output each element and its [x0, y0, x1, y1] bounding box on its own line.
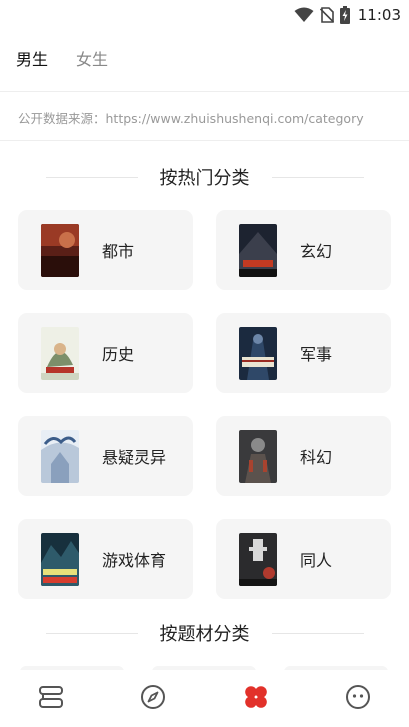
book-cover	[41, 429, 79, 483]
divider	[0, 140, 409, 141]
category-card-tongren[interactable]: 同人	[216, 519, 391, 599]
category-card-kehuan[interactable]: 科幻	[216, 416, 391, 496]
data-source-text: 公开数据来源：https://www.zhuishushenqi.com/cat…	[18, 111, 364, 126]
bottom-navigation	[0, 670, 409, 727]
category-clover-icon	[243, 684, 269, 714]
category-card-dushi[interactable]: 都市	[18, 210, 193, 290]
book-cover	[239, 532, 277, 586]
nav-category[interactable]	[226, 674, 286, 724]
category-grid: 都市 玄幻 历史 军事 悬疑灵异 科幻 游戏体育 同人	[18, 210, 391, 599]
book-cover	[239, 429, 277, 483]
gender-tabs: 男生 女生	[16, 46, 108, 70]
compass-icon	[140, 684, 166, 714]
book-cover	[41, 532, 79, 586]
divider	[0, 91, 409, 92]
tab-female[interactable]: 女生	[76, 46, 108, 70]
category-card-youxi[interactable]: 游戏体育	[18, 519, 193, 599]
status-time: 11:03	[357, 6, 401, 24]
category-label: 历史	[102, 345, 135, 364]
section-line-left	[45, 632, 138, 634]
category-label: 科幻	[300, 448, 333, 467]
battery-charging-icon	[339, 6, 350, 24]
smiley-icon	[345, 684, 371, 714]
nav-bookshelf[interactable]	[21, 674, 81, 724]
section-line-right	[271, 632, 364, 634]
tab-male[interactable]: 男生	[16, 46, 48, 70]
no-sim-icon	[319, 7, 334, 23]
nav-discover[interactable]	[123, 674, 183, 724]
book-cover	[239, 223, 277, 277]
wifi-icon	[294, 7, 314, 23]
book-cover	[41, 223, 79, 277]
section-line-right	[271, 176, 364, 178]
book-cover	[41, 326, 79, 380]
category-label: 同人	[300, 551, 333, 570]
category-card-xuanhuan[interactable]: 玄幻	[216, 210, 391, 290]
section-header-theme: 按题材分类	[0, 620, 409, 646]
category-label: 悬疑灵异	[102, 448, 167, 467]
bookshelf-icon	[38, 685, 64, 713]
section-title-hot: 按热门分类	[159, 168, 250, 189]
category-label: 都市	[102, 242, 135, 261]
category-card-xuanyi[interactable]: 悬疑灵异	[18, 416, 193, 496]
section-header-hot: 按热门分类	[0, 164, 409, 190]
category-label: 玄幻	[300, 242, 333, 261]
category-card-lishi[interactable]: 历史	[18, 313, 193, 393]
category-label: 游戏体育	[102, 551, 167, 570]
section-title-theme: 按题材分类	[159, 624, 250, 645]
book-cover	[239, 326, 277, 380]
category-label: 军事	[300, 345, 333, 364]
nav-profile[interactable]	[328, 674, 388, 724]
section-line-left	[45, 176, 138, 178]
status-bar: 11:03	[0, 0, 409, 30]
category-card-junshi[interactable]: 军事	[216, 313, 391, 393]
